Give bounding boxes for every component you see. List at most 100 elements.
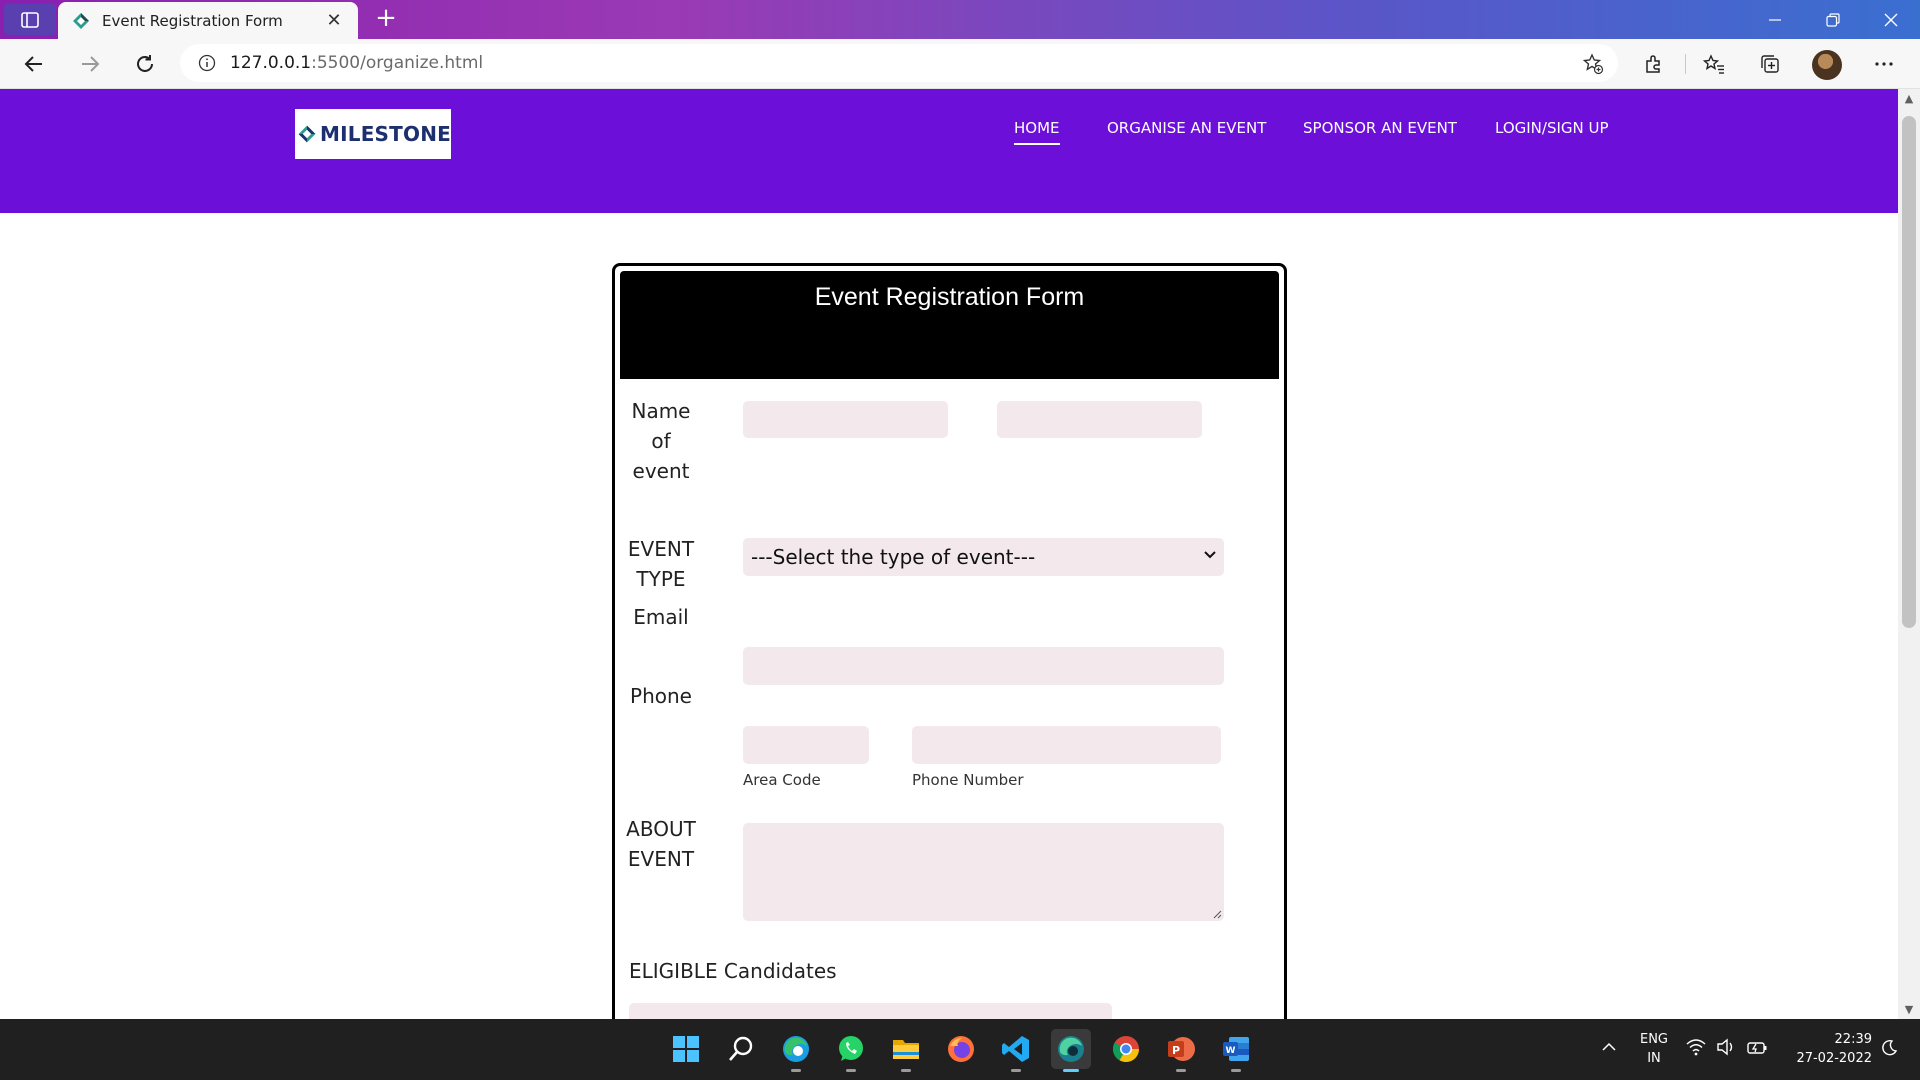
about-label-line-2: EVENT (627, 847, 695, 871)
main-nav: HOME ORGANISE AN EVENT SPONSOR AN EVENT … (0, 119, 1898, 149)
running-indicator (1011, 1069, 1021, 1072)
vscode-icon (1002, 1036, 1029, 1062)
collections-button[interactable] (1752, 48, 1788, 80)
scroll-down-icon[interactable]: ▼ (1900, 1003, 1918, 1017)
name-label-line-1: Name (631, 399, 691, 423)
eligible-candidates-label: ELIGIBLE Candidates (629, 959, 837, 983)
url-host: 127.0.0.1 (230, 53, 312, 73)
running-indicator (1231, 1069, 1241, 1072)
scroll-up-icon[interactable]: ▲ (1900, 92, 1918, 106)
favorites-button[interactable] (1696, 48, 1732, 80)
event-type-label-line-2: TYPE (636, 567, 686, 591)
settings-more-button[interactable] (1866, 48, 1902, 80)
minimize-button[interactable] (1746, 0, 1804, 39)
about-label-line-1: ABOUT (626, 817, 696, 841)
nav-login-signup[interactable]: LOGIN/SIGN UP (1495, 119, 1609, 137)
focus-assist-button[interactable] (1880, 1039, 1898, 1061)
edge-dev-icon (1058, 1036, 1084, 1062)
nav-home[interactable]: HOME (1014, 119, 1060, 145)
profile-avatar[interactable] (1812, 50, 1842, 80)
clock-date: 27-02-2022 (1796, 1051, 1872, 1066)
resize-grip-icon[interactable] (1212, 909, 1222, 919)
event-name-input-2[interactable] (997, 401, 1202, 438)
language-indicator[interactable]: ENG IN (1634, 1030, 1674, 1068)
close-icon (1884, 13, 1898, 26)
windows-taskbar: P W ENG IN 22:39 27-02-2022 (0, 1019, 1920, 1080)
favorites-icon (1703, 54, 1724, 74)
language-line-2: IN (1647, 1051, 1661, 1066)
name-label-line-3: event (632, 459, 690, 483)
chrome-icon (1112, 1036, 1140, 1063)
show-hidden-icons-button[interactable] (1600, 1038, 1618, 1060)
name-label-line-2: of (651, 429, 671, 453)
start-icon (673, 1036, 699, 1062)
event-type-label-line-1: EVENT (627, 537, 695, 561)
forward-button[interactable] (72, 48, 108, 80)
about-event-label: ABOUT EVENT (620, 814, 702, 874)
moon-icon (1882, 1039, 1898, 1056)
taskbar-whatsapp[interactable] (831, 1029, 871, 1072)
search-button[interactable] (721, 1029, 761, 1069)
system-tray-status[interactable] (1686, 1038, 1768, 1056)
svg-text:P: P (1172, 1044, 1180, 1057)
phone-number-label: Phone Number (912, 771, 1024, 789)
taskbar-word[interactable]: W (1216, 1029, 1256, 1072)
phone-label: Phone (630, 684, 692, 708)
restore-icon (1826, 12, 1840, 27)
taskbar-file-explorer[interactable] (886, 1029, 926, 1072)
start-button[interactable] (666, 1029, 706, 1069)
taskbar-edge[interactable] (776, 1029, 816, 1072)
tab-title: Event Registration Form (102, 11, 283, 30)
tab-actions-icon (21, 11, 39, 28)
more-icon (1875, 62, 1893, 66)
phone-number-input[interactable] (912, 726, 1221, 764)
running-indicator (1176, 1069, 1186, 1072)
refresh-button[interactable] (127, 48, 163, 80)
forward-arrow-icon (82, 56, 100, 72)
collections-icon (1761, 55, 1779, 73)
area-code-input[interactable] (743, 726, 869, 764)
chevron-down-icon (1204, 551, 1216, 559)
clock[interactable]: 22:39 27-02-2022 (1776, 1030, 1872, 1068)
taskbar-powerpoint[interactable]: P (1161, 1029, 1201, 1072)
event-name-input-1[interactable] (743, 401, 948, 438)
scrollbar-thumb[interactable] (1902, 116, 1916, 628)
taskbar-firefox[interactable] (941, 1029, 981, 1069)
restore-button[interactable] (1804, 0, 1862, 39)
url-path: :5500/organize.html (311, 53, 484, 73)
active-indicator (1063, 1069, 1079, 1072)
chevron-up-icon (1602, 1042, 1616, 1051)
new-tab-button[interactable]: + (370, 4, 402, 35)
browser-toolbar: 127.0.0.1:5500/organize.html (0, 39, 1920, 89)
name-of-event-label: Name of event (625, 396, 697, 486)
whatsapp-icon (839, 1036, 863, 1061)
search-icon (729, 1036, 753, 1061)
event-registration-form: Event Registration Form Name of event EV… (612, 263, 1287, 1019)
address-field[interactable]: 127.0.0.1:5500/organize.html (180, 44, 1618, 82)
running-indicator (791, 1069, 801, 1072)
taskbar-chrome[interactable] (1106, 1029, 1146, 1069)
nav-sponsor-event[interactable]: SPONSOR AN EVENT (1303, 119, 1457, 137)
email-input[interactable] (743, 647, 1224, 685)
back-button[interactable] (16, 48, 52, 80)
svg-text:W: W (1226, 1046, 1236, 1056)
eligible-candidates-select[interactable] (629, 1003, 1112, 1019)
browser-tab[interactable]: Event Registration Form ✕ (58, 2, 358, 39)
powerpoint-icon: P (1168, 1037, 1195, 1061)
page-viewport: MILESTONE HOME ORGANISE AN EVENT SPONSOR… (0, 89, 1898, 1019)
extensions-icon (1646, 55, 1660, 73)
tab-actions-button[interactable] (4, 4, 56, 35)
about-event-textarea[interactable] (743, 823, 1224, 921)
event-type-select[interactable]: ---Select the type of event--- (743, 538, 1224, 576)
nav-organise-event[interactable]: ORGANISE AN EVENT (1107, 119, 1266, 137)
add-favorite-icon[interactable] (1582, 53, 1604, 75)
taskbar-edge-dev[interactable] (1051, 1029, 1091, 1072)
extensions-button[interactable] (1636, 48, 1672, 80)
tab-close-icon[interactable]: ✕ (324, 10, 344, 31)
battery-icon (1747, 1042, 1767, 1054)
running-indicator (846, 1069, 856, 1072)
file-explorer-icon (893, 1040, 919, 1059)
close-window-button[interactable] (1862, 0, 1920, 39)
site-info-icon[interactable] (198, 54, 216, 72)
taskbar-vscode[interactable] (996, 1029, 1036, 1072)
